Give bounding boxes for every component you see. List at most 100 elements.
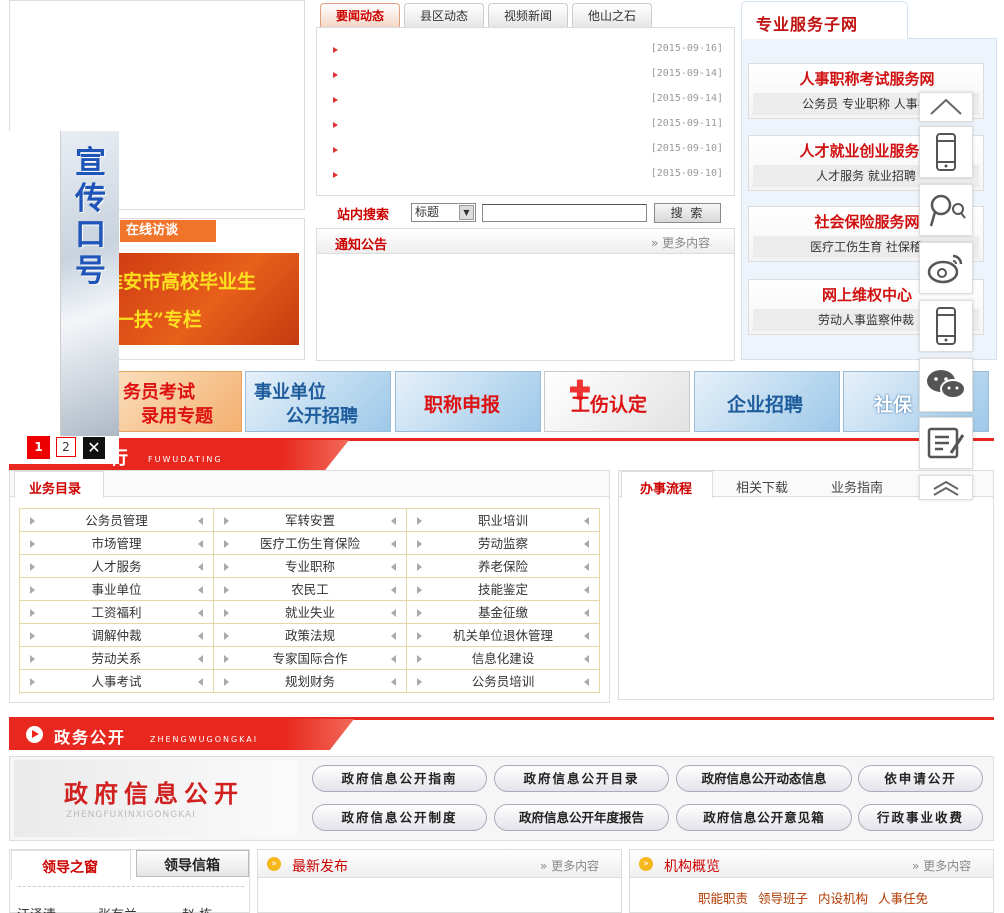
business-item-label: 医疗工伤生育保险 — [259, 536, 360, 551]
business-item-label: 军转安置 — [284, 513, 335, 528]
gov-feedback-button[interactable]: 政府信息公开意见箱 — [676, 804, 852, 831]
service-hall-pinyin: FUWUDATING — [148, 455, 223, 464]
business-item[interactable]: 劳动监察 — [407, 532, 600, 555]
business-item[interactable]: 机关单位退休管理 — [407, 624, 600, 647]
gov-catalog-button[interactable]: 政府信息公开目录 — [494, 765, 669, 792]
latest-more-text: 更多内容 — [551, 859, 600, 873]
latest-more-link[interactable]: » 更多内容 — [540, 857, 599, 874]
news-item[interactable]: [2015-09-10] — [333, 168, 723, 182]
support-button[interactable] — [919, 184, 973, 236]
gov-annual-report-button[interactable]: 政府信息公开年度报告 — [494, 804, 669, 831]
business-item[interactable]: 政策法规 — [214, 624, 407, 647]
interview-label[interactable]: 在线访谈 — [120, 220, 216, 242]
gov-dynamic-button[interactable]: 政府信息公开动态信息 — [676, 765, 852, 792]
news-item[interactable]: [2015-09-16] — [333, 43, 723, 57]
mobile-site-button[interactable] — [919, 300, 973, 352]
tab-news-others[interactable]: 他山之石 — [572, 3, 652, 27]
feedback-button[interactable] — [919, 417, 973, 469]
slogan-page-1[interactable]: 1 — [27, 436, 50, 459]
collapse-button[interactable] — [919, 475, 973, 500]
business-item[interactable]: 军转安置 — [214, 509, 407, 532]
mobile-button[interactable] — [919, 126, 973, 178]
business-item[interactable]: 调解仲裁 — [20, 624, 214, 647]
tab-process[interactable]: 办事流程 — [621, 471, 713, 498]
gov-policy-button[interactable]: 政府信息公开制度 — [312, 804, 487, 831]
banner-injury[interactable]: ✚ 工伤认定 — [544, 371, 690, 432]
business-item[interactable]: 专家国际合作 — [214, 647, 407, 670]
tab-business-catalog[interactable]: 业务目录 — [14, 471, 104, 498]
business-item-label: 调解仲裁 — [91, 628, 142, 643]
leader-name[interactable]: 江泽清 — [17, 904, 56, 913]
news-date: [2015-09-11] — [650, 118, 723, 129]
search-input[interactable] — [482, 204, 647, 222]
business-item[interactable]: 职业培训 — [407, 509, 600, 532]
gov-request-button[interactable]: 依申请公开 — [858, 765, 983, 792]
tab-downloads[interactable]: 相关下载 — [736, 477, 788, 496]
org-link-departments[interactable]: 内设机构 — [818, 888, 868, 907]
wechat-button[interactable] — [919, 358, 973, 412]
close-icon[interactable]: ✕ — [83, 437, 105, 459]
arrow-right-icon — [30, 609, 35, 617]
search-button[interactable]: 搜 索 — [654, 203, 721, 223]
weibo-button[interactable] — [919, 242, 973, 294]
business-item[interactable]: 技能鉴定 — [407, 578, 600, 601]
arrow-right-icon — [417, 517, 422, 525]
org-title: 机构概览 — [664, 859, 720, 875]
slogan-image[interactable]: 宣传口号 — [60, 131, 119, 436]
back-to-top-button[interactable] — [919, 92, 973, 122]
tab-leader-window[interactable]: 领导之窗 — [11, 850, 131, 880]
news-item[interactable]: [2015-09-11] — [333, 118, 723, 132]
business-item[interactable]: 事业单位 — [20, 578, 214, 601]
notice-more-link[interactable]: » 更多内容 — [651, 234, 710, 251]
business-item-label: 人才服务 — [91, 559, 142, 574]
tab-leader-mailbox[interactable]: 领导信箱 — [136, 850, 249, 877]
org-link-appointments[interactable]: 人事任免 — [878, 888, 928, 907]
gov-fees-button[interactable]: 行政事业收费 — [858, 804, 983, 831]
gov-info-banner[interactable]: 政府信息公开 ZHENGFUXINXIGONGKAI — [14, 760, 297, 837]
slogan-page-2[interactable]: 2 — [56, 437, 76, 457]
banner-title-apply[interactable]: 职称申报 — [395, 371, 541, 432]
business-item[interactable]: 基金征缴 — [407, 601, 600, 624]
banner-public-recruit[interactable]: 事业单位 公开招聘 — [245, 371, 391, 432]
search-label: 站内搜索 — [337, 208, 390, 223]
business-item[interactable]: 养老保险 — [407, 555, 600, 578]
tab-news-video[interactable]: 视频新闻 — [488, 3, 568, 27]
business-item[interactable]: 公务员管理 — [20, 509, 214, 532]
business-item-label: 市场管理 — [91, 536, 142, 551]
org-link-leaders[interactable]: 领导班子 — [758, 888, 808, 907]
services-header: 专业服务子网 — [756, 15, 859, 34]
tab-news-county[interactable]: 县区动态 — [404, 3, 484, 27]
tab-guides[interactable]: 业务指南 — [831, 477, 883, 496]
org-link-duties[interactable]: 职能职责 — [698, 888, 748, 907]
business-item[interactable]: 农民工 — [214, 578, 407, 601]
org-more-link[interactable]: » 更多内容 — [912, 857, 971, 874]
business-item[interactable]: 公务员培训 — [407, 670, 600, 693]
leader-name[interactable]: 张有兰 — [98, 904, 137, 913]
news-item[interactable]: [2015-09-14] — [333, 68, 723, 82]
business-item[interactable]: 人才服务 — [20, 555, 214, 578]
business-item[interactable]: 就业失业 — [214, 601, 407, 624]
business-item[interactable]: 人事考试 — [20, 670, 214, 693]
arrow-right-icon — [30, 678, 35, 686]
business-item[interactable]: 医疗工伤生育保险 — [214, 532, 407, 555]
business-item[interactable]: 劳动关系 — [20, 647, 214, 670]
double-chevron-icon: » — [540, 859, 548, 873]
business-item[interactable]: 专业职称 — [214, 555, 407, 578]
business-item-label: 政策法规 — [284, 628, 335, 643]
business-item-label: 职业培训 — [477, 513, 528, 528]
arrow-right-icon — [30, 586, 35, 594]
notice-title: 通知公告 — [335, 238, 388, 253]
arrow-left-icon — [198, 632, 203, 640]
search-field-select[interactable]: 标题 ▼ — [411, 203, 476, 222]
leader-name[interactable]: 赵 栋 — [182, 904, 212, 913]
tab-news-main[interactable]: 要闻动态 — [320, 3, 400, 27]
arrow-left-icon — [198, 517, 203, 525]
business-item[interactable]: 市场管理 — [20, 532, 214, 555]
banner-enterprise-recruit[interactable]: 企业招聘 — [694, 371, 840, 432]
news-item[interactable]: [2015-09-10] — [333, 143, 723, 157]
news-item[interactable]: [2015-09-14] — [333, 93, 723, 107]
gov-guide-button[interactable]: 政府信息公开指南 — [312, 765, 487, 792]
business-item[interactable]: 工资福利 — [20, 601, 214, 624]
business-item[interactable]: 规划财务 — [214, 670, 407, 693]
business-item[interactable]: 信息化建设 — [407, 647, 600, 670]
